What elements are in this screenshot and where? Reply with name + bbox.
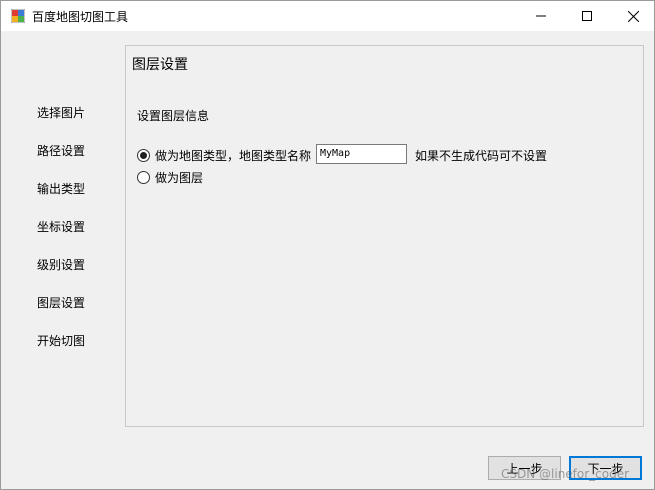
title-bar[interactable]: 百度地图切图工具 (1, 1, 654, 31)
minimize-button[interactable] (518, 1, 564, 31)
sidebar-item-start-slicing[interactable]: 开始切图 (37, 332, 85, 349)
map-type-radio[interactable] (137, 149, 150, 162)
minimize-icon (536, 15, 546, 17)
panel-title: 图层设置 (132, 57, 188, 73)
window-title: 百度地图切图工具 (32, 10, 129, 24)
layer-option-label: 做为图层 (155, 171, 204, 185)
layer-radio[interactable] (137, 171, 150, 184)
sidebar-item-coordinate-settings[interactable]: 坐标设置 (37, 218, 85, 235)
layer-settings-panel: 图层设置 设置图层信息 做为地图类型，地图类型名称 MyMap 如果不生成代码可… (125, 45, 644, 427)
sidebar-item-level-settings[interactable]: 级别设置 (37, 256, 85, 273)
map-type-option-label: 做为地图类型，地图类型名称 (155, 149, 312, 163)
maximize-button[interactable] (564, 1, 610, 31)
sidebar-item-layer-settings[interactable]: 图层设置 (37, 294, 85, 311)
maximize-icon (582, 11, 592, 21)
layer-option[interactable]: 做为图层 (137, 169, 203, 186)
app-map-icon (10, 8, 26, 24)
close-button[interactable] (610, 1, 655, 31)
app-window: 百度地图切图工具 选择图片 路径设置 输出类型 坐标设置 级别设置 图层设置 开… (0, 0, 655, 490)
sidebar-item-output-type[interactable]: 输出类型 (37, 180, 85, 197)
map-type-option[interactable]: 做为地图类型，地图类型名称 (137, 147, 311, 164)
hint-text: 如果不生成代码可不设置 (415, 149, 548, 163)
map-type-name-input[interactable]: MyMap (316, 144, 407, 164)
section-label: 设置图层信息 (137, 109, 210, 123)
watermark: CSDN @linefor_coder (501, 467, 630, 481)
sidebar-item-select-image[interactable]: 选择图片 (37, 104, 85, 121)
sidebar-item-path-settings[interactable]: 路径设置 (37, 142, 85, 159)
close-icon (627, 10, 639, 22)
